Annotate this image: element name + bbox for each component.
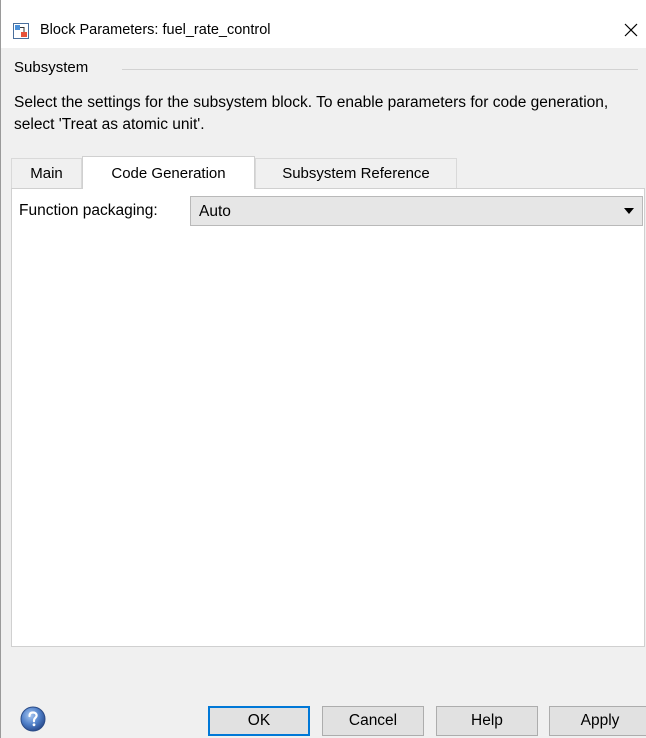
function-packaging-select[interactable]: Auto bbox=[190, 196, 643, 226]
code-generation-panel: Function packaging: Auto bbox=[11, 188, 645, 647]
title-bar: Block Parameters: fuel_rate_control bbox=[1, 0, 646, 48]
chevron-down-icon bbox=[624, 208, 634, 214]
close-icon bbox=[624, 23, 638, 37]
window-border bbox=[0, 0, 1, 738]
help-question-icon[interactable] bbox=[20, 706, 46, 732]
block-parameters-dialog: Block Parameters: fuel_rate_control Subs… bbox=[0, 0, 646, 738]
group-divider bbox=[122, 69, 638, 70]
simulink-block-icon bbox=[13, 23, 29, 39]
help-button[interactable]: Help bbox=[436, 706, 538, 736]
apply-button[interactable]: Apply bbox=[549, 706, 646, 736]
ok-button[interactable]: OK bbox=[208, 706, 310, 736]
tab-main[interactable]: Main bbox=[11, 158, 82, 188]
subsystem-description: Select the settings for the subsystem bl… bbox=[14, 94, 609, 133]
function-packaging-value: Auto bbox=[199, 203, 231, 220]
subsystem-group-label: Subsystem bbox=[14, 59, 89, 76]
tab-code-generation[interactable]: Code Generation bbox=[82, 156, 255, 189]
cancel-button[interactable]: Cancel bbox=[322, 706, 424, 736]
dialog-title: Block Parameters: fuel_rate_control bbox=[40, 22, 271, 38]
tab-subsystem-reference[interactable]: Subsystem Reference bbox=[255, 158, 457, 188]
function-packaging-label: Function packaging: bbox=[19, 202, 158, 219]
close-button[interactable] bbox=[616, 14, 646, 46]
